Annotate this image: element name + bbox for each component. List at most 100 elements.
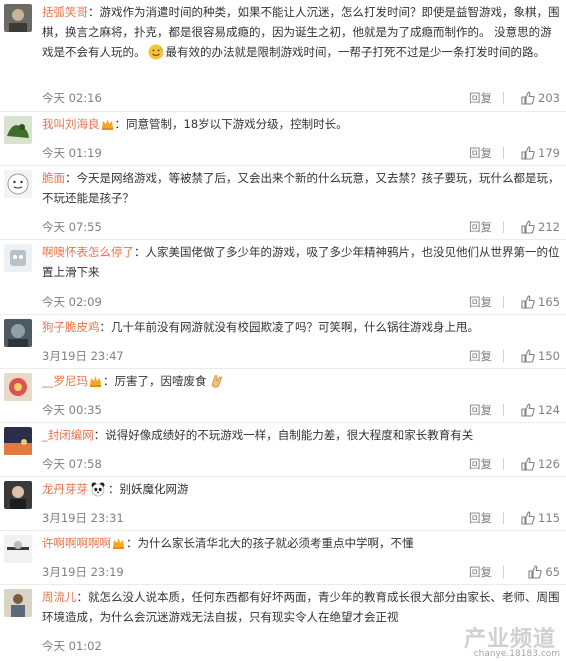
comment-text: _封闭编网：说得好像成绩好的不玩游戏一样，自制能力差，很大程度和家长教育有关 xyxy=(42,425,560,445)
comment-text: 括弧笑哥：游戏作为消遣时间的种类，如果不能让人沉迷，怎么打发时间？即使是益智游戏… xyxy=(42,2,560,66)
clap-emoji-icon xyxy=(209,373,225,395)
like-count: 179 xyxy=(538,146,560,160)
comment-meta: 今天 07:55 回复 212 xyxy=(42,218,560,236)
comment-body: ：就怎么没人说本质，任何东西都有好坏两面，青少年的教育成长很大部分由家长、老师、… xyxy=(42,590,560,624)
comment-item: 周流儿：就怎么没人说本质，任何东西都有好坏两面，青少年的教育成长很大部分由家长、… xyxy=(0,585,566,661)
username-link[interactable]: _封闭编网 xyxy=(42,428,94,442)
like-count: 165 xyxy=(538,295,560,309)
like-button[interactable]: 115 xyxy=(510,509,560,527)
avatar[interactable] xyxy=(4,116,32,144)
timestamp: 今天 02:09 xyxy=(42,295,102,309)
avatar[interactable] xyxy=(4,244,32,272)
like-count: 150 xyxy=(538,349,560,363)
thumbs-up-icon xyxy=(521,457,535,471)
comment-body: ：说得好像成绩好的不玩游戏一样，自制能力差，很大程度和家长教育有关 xyxy=(93,428,474,442)
username-link[interactable]: 我叫刘海良 xyxy=(42,117,100,131)
avatar[interactable] xyxy=(4,481,32,509)
like-count: 203 xyxy=(538,91,560,105)
divider xyxy=(503,566,504,578)
vip-crown-icon xyxy=(89,373,102,387)
username-link[interactable]: 脆面 xyxy=(42,171,65,185)
like-button[interactable]: 165 xyxy=(510,293,560,311)
comment-text: __罗尼玛 ：厉害了，因噎废食 xyxy=(42,371,560,395)
comment-meta: 今天 02:16 回复 203 xyxy=(42,89,560,107)
timestamp: 3月19日 23:31 xyxy=(42,511,124,525)
username-link[interactable]: 周流儿 xyxy=(42,590,77,604)
avatar[interactable] xyxy=(4,535,32,563)
comment-meta: 今天 07:58 回复 126 xyxy=(42,455,560,473)
comment-text: 周流儿：就怎么没人说本质，任何东西都有好坏两面，青少年的教育成长很大部分由家长、… xyxy=(42,587,560,627)
vip-crown-icon xyxy=(101,116,114,130)
reply-button[interactable]: 回复 xyxy=(469,509,492,527)
comment-item: __罗尼玛 ：厉害了，因噎废食 今天 00:35 回复 124 xyxy=(0,369,566,423)
comment-body: ：别妖魔化网游 xyxy=(108,482,189,496)
panda-emoji-icon xyxy=(90,481,106,503)
comment-item: 我叫刘海良 ：同意管制，18岁以下游戏分级，控制时长。 今天 01:19 回复 1… xyxy=(0,112,566,166)
timestamp: 今天 01:02 xyxy=(42,639,102,653)
comment-item: 许啊啊啊啊啊 ：为什么家长清华北大的孩子就必须考重点中学啊，不懂 3月19日 23… xyxy=(0,531,566,585)
divider xyxy=(503,296,504,308)
vip-crown-icon xyxy=(112,535,125,549)
like-button[interactable]: 203 xyxy=(510,89,560,107)
comment-body: ：同意管制，18岁以下游戏分级，控制时长。 xyxy=(114,117,348,131)
avatar[interactable] xyxy=(4,427,32,455)
comment-text: 我叫刘海良 ：同意管制，18岁以下游戏分级，控制时长。 xyxy=(42,114,560,134)
avatar[interactable] xyxy=(4,4,32,32)
comment-body: ：今天是网络游戏，等被禁了后，又会出来个新的什么玩意，又去禁？孩子要玩，玩什么都… xyxy=(42,171,560,205)
timestamp: 今天 02:16 xyxy=(42,91,102,105)
avatar[interactable] xyxy=(4,319,32,347)
timestamp: 3月19日 23:47 xyxy=(42,349,124,363)
avatar[interactable] xyxy=(4,170,32,198)
thumbs-up-icon xyxy=(521,146,535,160)
comment-meta: 3月19日 23:47 回复 150 xyxy=(42,347,560,365)
avatar[interactable] xyxy=(4,373,32,401)
like-button[interactable]: 126 xyxy=(510,455,560,473)
reply-button[interactable]: 回复 xyxy=(469,563,492,581)
like-count: 65 xyxy=(545,565,560,579)
thumbs-up-icon xyxy=(521,349,535,363)
like-button[interactable]: 212 xyxy=(510,218,560,236)
comment-meta: 今天 01:02 xyxy=(42,637,560,655)
comment-body-continued: 最有效的办法就是限制游戏时间，一帮子打死不过是少一条打发时间的路。 xyxy=(165,45,546,59)
username-link[interactable]: __罗尼玛 xyxy=(42,374,88,388)
reply-button[interactable]: 回复 xyxy=(469,218,492,236)
reply-button[interactable]: 回复 xyxy=(469,455,492,473)
username-link[interactable]: 狗子脆皮鸡 xyxy=(42,320,100,334)
divider xyxy=(503,147,504,159)
username-link[interactable]: 许啊啊啊啊啊 xyxy=(42,536,111,550)
username-link[interactable]: 啊噢怀表怎么停了 xyxy=(42,245,134,259)
thumbs-up-icon xyxy=(528,565,543,579)
comment-text: 脆面：今天是网络游戏，等被禁了后，又会出来个新的什么玩意，又去禁？孩子要玩，玩什… xyxy=(42,168,560,208)
thumbs-up-icon xyxy=(521,295,535,309)
like-count: 115 xyxy=(538,511,560,525)
like-button[interactable]: 150 xyxy=(510,347,560,365)
timestamp: 今天 01:19 xyxy=(42,146,102,160)
divider xyxy=(503,512,504,524)
like-button[interactable]: 124 xyxy=(510,401,560,419)
thumbs-up-icon xyxy=(521,403,535,417)
comment-item: _封闭编网：说得好像成绩好的不玩游戏一样，自制能力差，很大程度和家长教育有关 今… xyxy=(0,423,566,477)
reply-button[interactable]: 回复 xyxy=(469,401,492,419)
reply-button[interactable]: 回复 xyxy=(469,293,492,311)
reply-button[interactable]: 回复 xyxy=(469,347,492,365)
comment-text: 许啊啊啊啊啊 ：为什么家长清华北大的孩子就必须考重点中学啊，不懂 xyxy=(42,533,560,553)
username-link[interactable]: 括弧笑哥 xyxy=(42,5,88,19)
comment-meta: 今天 00:35 回复 124 xyxy=(42,401,560,419)
reply-button[interactable]: 回复 xyxy=(469,89,492,107)
divider xyxy=(503,458,504,470)
divider xyxy=(503,404,504,416)
like-button[interactable]: 65 xyxy=(510,563,560,581)
comment-item: 龙丹芽芽 ：别妖魔化网游 3月19日 23:31 回复 115 xyxy=(0,477,566,531)
comment-text: 狗子脆皮鸡：几十年前没有网游就没有校园欺凌了吗？可笑啊，什么锅往游戏身上甩。 xyxy=(42,317,560,337)
timestamp: 3月19日 23:19 xyxy=(42,565,124,579)
divider xyxy=(503,350,504,362)
avatar[interactable] xyxy=(4,589,32,617)
comment-item: 狗子脆皮鸡：几十年前没有网游就没有校园欺凌了吗？可笑啊，什么锅往游戏身上甩。 3… xyxy=(0,315,566,369)
reply-button[interactable]: 回复 xyxy=(469,144,492,162)
like-count: 212 xyxy=(538,220,560,234)
timestamp: 今天 00:35 xyxy=(42,403,102,417)
username-link[interactable]: 龙丹芽芽 xyxy=(42,482,88,496)
like-button[interactable]: 179 xyxy=(510,144,560,162)
timestamp: 今天 07:58 xyxy=(42,457,102,471)
comment-meta: 3月19日 23:31 回复 115 xyxy=(42,509,560,527)
